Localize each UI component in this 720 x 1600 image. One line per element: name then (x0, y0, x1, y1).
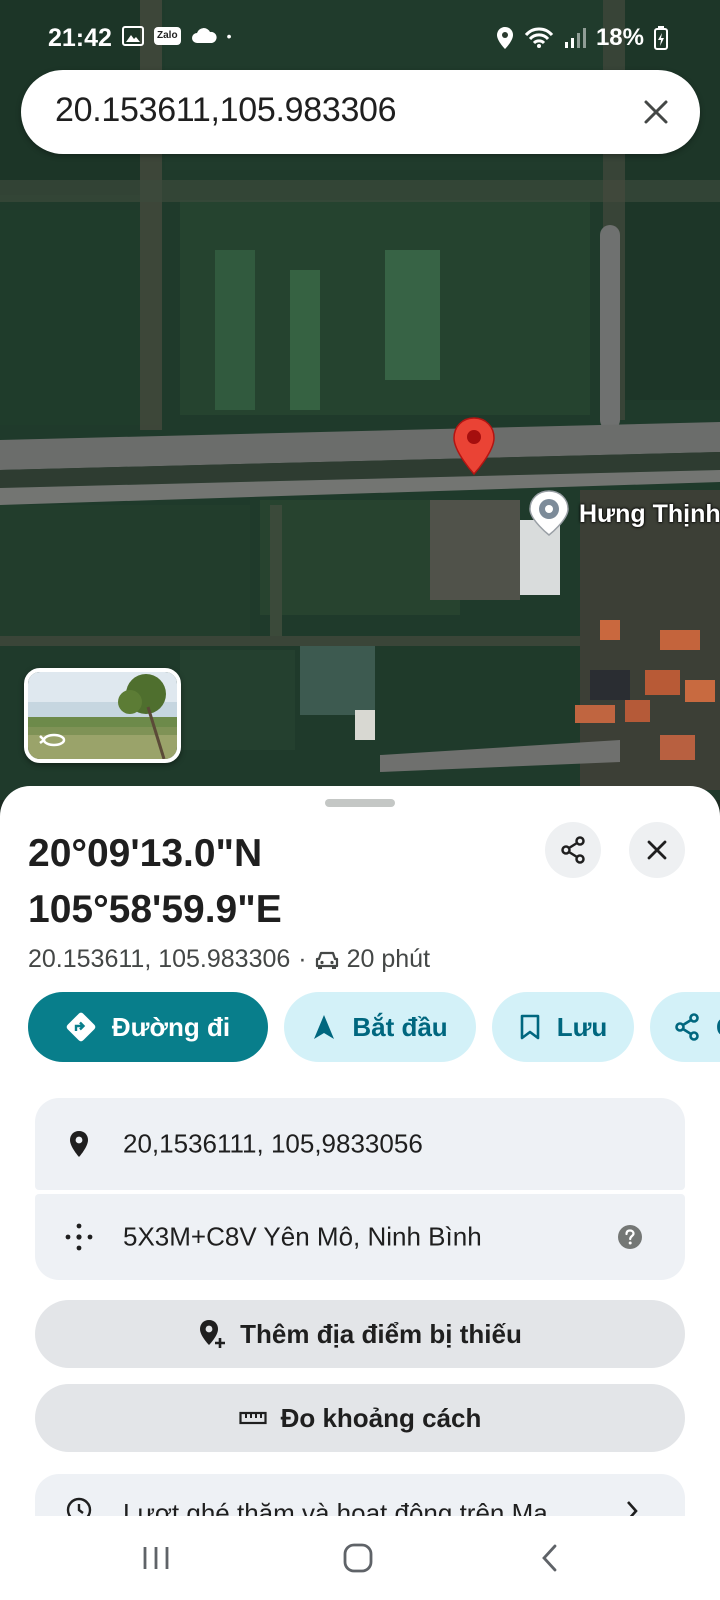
status-time: 21:42 (48, 24, 112, 52)
chevron-right-icon (627, 1501, 638, 1516)
back-icon (542, 1544, 557, 1572)
home-button[interactable] (336, 1536, 380, 1580)
system-navigation-bar (0, 1516, 720, 1600)
street-view-thumbnail[interactable] (24, 668, 181, 763)
signal-icon (564, 28, 586, 48)
location-pin-icon (63, 1128, 95, 1160)
zalo-icon: Zalo (154, 27, 181, 45)
latitude-dms: 20°09'13.0"N (28, 832, 263, 875)
map-place-label[interactable]: Hưng Thịnh (579, 500, 720, 529)
directions-label: Đường đi (111, 1011, 231, 1042)
search-query[interactable]: 20.153611,105.983306 (55, 91, 397, 130)
coordinates-subline: 20.153611, 105.983306 · 20 phút (28, 945, 430, 974)
save-button[interactable]: Lưu (492, 992, 634, 1062)
ruler-icon (238, 1411, 267, 1425)
coordinates-text: 20,1536111, 105,9833056 (123, 1128, 423, 1159)
battery-percent: 18% (595, 24, 644, 51)
history-icon (66, 1497, 92, 1516)
decimal-coordinates: 20.153611, 105.983306 (28, 945, 291, 973)
search-bar[interactable]: 20.153611,105.983306 (21, 70, 700, 154)
plus-code-row[interactable]: 5X3M+C8V Yên Mô, Ninh Bình (35, 1194, 685, 1280)
start-navigation-button[interactable]: Bắt đầu (284, 992, 476, 1062)
status-system-icons: 18% (496, 24, 668, 52)
search-clear-button[interactable] (636, 92, 676, 132)
share-chip-label: Ch (716, 1012, 720, 1043)
coordinates-row[interactable]: 20,1536111, 105,9833056 (35, 1098, 685, 1190)
plus-code-icon (63, 1221, 95, 1253)
gallery-icon (122, 26, 144, 46)
visits-activity-label: Lượt ghé thăm và hoạt động trên Ma (123, 1498, 548, 1516)
add-location-icon (200, 1320, 226, 1348)
save-label: Lưu (556, 1011, 608, 1042)
start-label: Bắt đầu (352, 1011, 448, 1042)
coordinates-title: 20°09'13.0"N 105°58'59.9"E (28, 826, 282, 938)
close-icon (644, 100, 668, 124)
measure-distance-label: Đo khoảng cách (280, 1402, 482, 1433)
location-icon (496, 27, 513, 49)
close-icon (647, 840, 667, 860)
separator-dot: · (298, 945, 307, 973)
car-icon (315, 951, 338, 969)
home-icon (343, 1543, 373, 1573)
plus-code-text: 5X3M+C8V Yên Mô, Ninh Bình (123, 1221, 482, 1252)
help-icon[interactable] (617, 1224, 643, 1250)
navigation-arrow-icon (314, 1015, 335, 1039)
wifi-icon (524, 27, 554, 48)
directions-icon (66, 1012, 96, 1042)
satellite-map[interactable]: 21:42 Zalo • 18% 20.153611,105.983306 Hư… (0, 0, 720, 800)
action-chips: Đường đi Bắt đầu Lưu Ch (28, 992, 720, 1062)
share-button[interactable] (545, 822, 601, 878)
share-icon (675, 1013, 699, 1041)
recent-apps-icon (143, 1547, 169, 1569)
street-view-image (28, 672, 177, 759)
back-button[interactable] (528, 1536, 572, 1580)
status-dot: • (226, 28, 232, 44)
place-marker-icon[interactable] (527, 489, 571, 537)
dropped-pin-icon[interactable] (451, 416, 497, 476)
close-sheet-button[interactable] (629, 822, 685, 878)
add-missing-place-button[interactable]: Thêm địa điểm bị thiếu (35, 1300, 685, 1368)
status-notification-icons: Zalo • (122, 26, 231, 46)
battery-charging-icon (654, 26, 668, 50)
share-icon (561, 836, 585, 864)
longitude-dms: 105°58'59.9"E (28, 888, 282, 931)
measure-distance-button[interactable]: Đo khoảng cách (35, 1384, 685, 1452)
bookmark-icon (520, 1014, 540, 1040)
visits-activity-row[interactable]: Lượt ghé thăm và hoạt động trên Ma (35, 1474, 685, 1516)
recent-apps-button[interactable] (134, 1536, 178, 1580)
sheet-drag-handle[interactable] (325, 799, 395, 807)
drive-time: 20 phút (346, 945, 431, 973)
place-details-sheet[interactable]: 20°09'13.0"N 105°58'59.9"E 20.153611, 10… (0, 786, 720, 1516)
add-missing-place-label: Thêm địa điểm bị thiếu (240, 1318, 522, 1349)
status-bar: 21:42 Zalo • 18% (0, 0, 720, 76)
share-chip-button[interactable]: Ch (650, 992, 720, 1062)
directions-button[interactable]: Đường đi (28, 992, 268, 1062)
cloud-icon (191, 28, 217, 43)
